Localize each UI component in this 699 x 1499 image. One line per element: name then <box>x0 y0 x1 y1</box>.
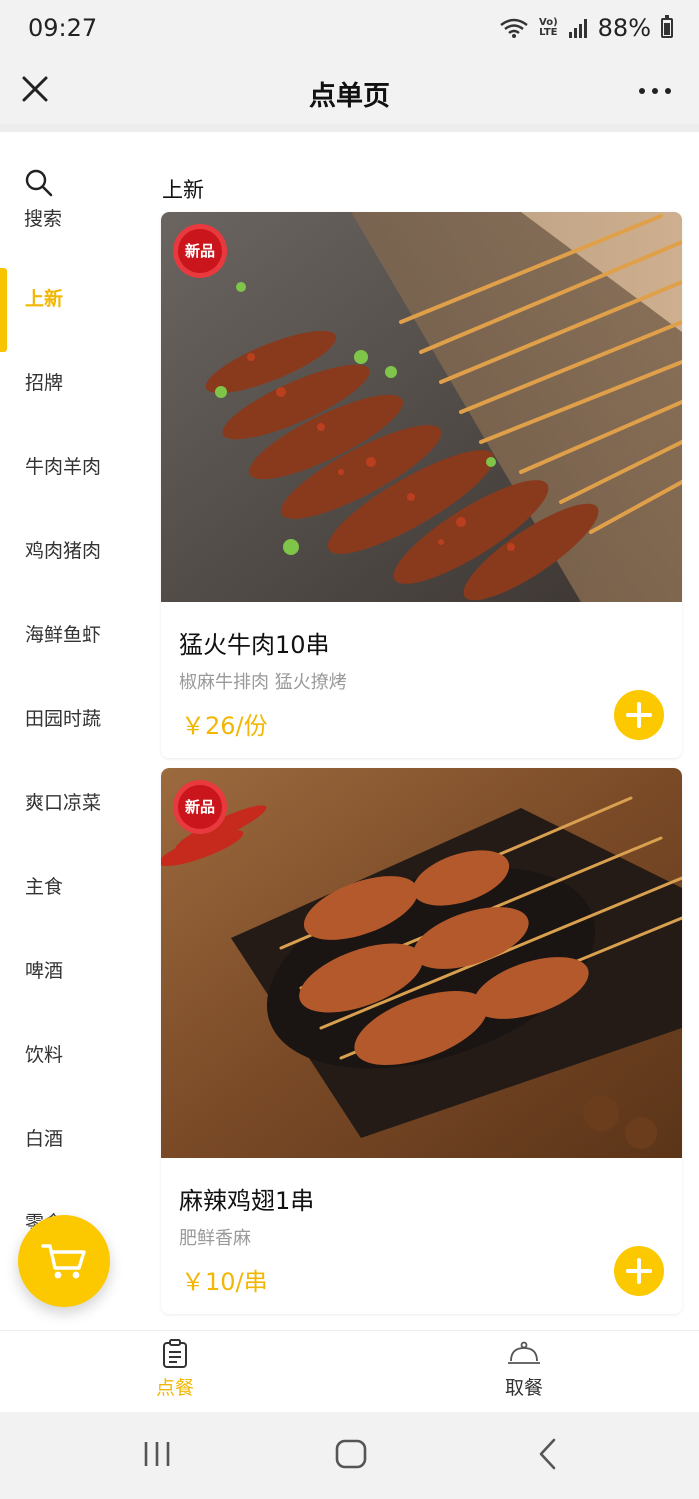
tab-pickup-label: 取餐 <box>504 1377 543 1399</box>
sidebar-item-chicken-pork[interactable]: 鸡肉猪肉 <box>0 506 140 590</box>
back-button[interactable] <box>534 1436 562 1476</box>
sidebar-item-staple[interactable]: 主食 <box>0 842 140 926</box>
product-description: 椒麻牛排肉 猛火撩烤 <box>179 672 347 693</box>
sidebar-item-drinks[interactable]: 饮料 <box>0 1010 140 1094</box>
product-list: 上新 新品 猛火牛肉10串 椒麻牛排肉 猛火撩烤 ￥26/份 新品 麻辣鸡翅1串… <box>140 140 699 1330</box>
order-page-screen: 09:27 Vo) LTE 88% 点单页 搜索 上新 招牌 牛肉羊肉 鸡肉猪肉… <box>0 0 699 1499</box>
status-time: 09:27 <box>28 14 98 42</box>
new-badge: 新品 <box>173 780 227 834</box>
sidebar-item-label: 主食 <box>25 876 64 898</box>
sidebar-item-label: 海鲜鱼虾 <box>25 624 102 646</box>
sidebar-search[interactable]: 搜索 <box>24 168 84 231</box>
signal-icon <box>568 18 588 38</box>
new-badge-label: 新品 <box>184 798 215 816</box>
product-card[interactable]: 新品 猛火牛肉10串 椒麻牛排肉 猛火撩烤 ￥26/份 <box>161 212 682 758</box>
sidebar-item-beef-lamb[interactable]: 牛肉羊肉 <box>0 422 140 506</box>
add-to-cart-button[interactable] <box>614 1246 664 1296</box>
app-header: 点单页 <box>0 60 699 132</box>
section-title: 上新 <box>162 178 204 202</box>
sidebar-item-cold-dishes[interactable]: 爽口凉菜 <box>0 758 140 842</box>
volte-icon: Vo) LTE <box>539 17 558 38</box>
product-description: 肥鲜香麻 <box>179 1228 251 1249</box>
battery-icon <box>661 15 673 38</box>
cloche-icon <box>508 1341 540 1364</box>
product-image: 新品 <box>161 768 682 1158</box>
product-price: ￥10/串 <box>181 1268 268 1296</box>
search-icon <box>25 169 53 197</box>
sidebar-item-label: 白酒 <box>25 1128 64 1150</box>
product-image: 新品 <box>161 212 682 602</box>
category-sidebar: 搜索 上新 招牌 牛肉羊肉 鸡肉猪肉 海鲜鱼虾 田园时蔬 爽口凉菜 主食 啤酒 <box>0 140 140 1330</box>
product-name: 麻辣鸡翅1串 <box>179 1187 315 1215</box>
product-card[interactable]: 新品 麻辣鸡翅1串 肥鲜香麻 ￥10/串 <box>161 768 682 1314</box>
new-badge: 新品 <box>173 224 227 278</box>
sidebar-item-label: 爽口凉菜 <box>25 792 102 814</box>
product-name: 猛火牛肉10串 <box>179 631 330 659</box>
sidebar-item-beer[interactable]: 啤酒 <box>0 926 140 1010</box>
more-button[interactable] <box>639 88 671 94</box>
sidebar-item-label: 啤酒 <box>25 960 64 982</box>
sidebar-item-liquor[interactable]: 白酒 <box>0 1094 140 1178</box>
sidebar-search-label: 搜索 <box>24 208 63 230</box>
product-price: ￥26/份 <box>181 712 268 740</box>
page-title: 点单页 <box>309 81 390 112</box>
tab-order[interactable]: 点餐 <box>115 1331 235 1413</box>
home-icon <box>335 1439 367 1469</box>
sidebar-item-label: 鸡肉猪肉 <box>25 540 102 562</box>
add-to-cart-button[interactable] <box>614 690 664 740</box>
more-icon <box>639 88 645 94</box>
tab-order-label: 点餐 <box>155 1377 194 1399</box>
clipboard-icon <box>163 1339 187 1368</box>
system-nav-bar <box>0 1412 699 1499</box>
sidebar-item-signature[interactable]: 招牌 <box>0 338 140 422</box>
back-icon <box>539 1438 556 1470</box>
new-badge-label: 新品 <box>184 242 215 260</box>
bottom-tab-bar: 点餐 取餐 <box>0 1330 699 1412</box>
cart-button[interactable] <box>18 1215 110 1307</box>
sidebar-item-vegetables[interactable]: 田园时蔬 <box>0 674 140 758</box>
sidebar-item-label: 田园时蔬 <box>25 708 102 730</box>
sidebar-item-seafood[interactable]: 海鲜鱼虾 <box>0 590 140 674</box>
sidebar-item-label: 招牌 <box>25 372 64 394</box>
sidebar-item-label: 牛肉羊肉 <box>25 456 102 478</box>
wifi-icon <box>499 17 529 39</box>
recent-apps-icon <box>144 1442 170 1466</box>
home-button[interactable] <box>334 1436 368 1476</box>
battery-level: 88% <box>597 14 651 42</box>
status-icons: Vo) LTE 88% <box>499 14 673 42</box>
sidebar-item-label: 饮料 <box>25 1044 64 1066</box>
sidebar-item-label: 上新 <box>25 288 64 310</box>
sidebar-item-new[interactable]: 上新 <box>0 254 140 352</box>
recent-apps-button[interactable] <box>142 1436 172 1476</box>
status-bar: 09:27 Vo) LTE 88% <box>0 0 699 60</box>
tab-pickup[interactable]: 取餐 <box>464 1331 584 1413</box>
cart-icon <box>41 1244 86 1279</box>
